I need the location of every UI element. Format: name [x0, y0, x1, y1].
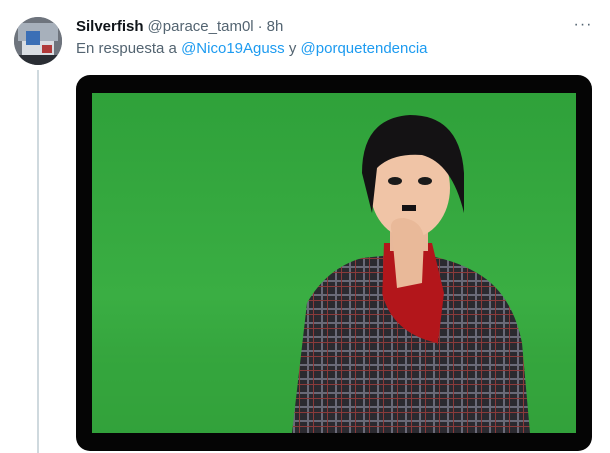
separator-dot: ·: [257, 17, 263, 35]
avatar[interactable]: [14, 17, 62, 65]
reply-prefix: En respuesta a: [76, 40, 182, 57]
reply-context: En respuesta a @Nico19Aguss y @porqueten…: [76, 40, 428, 60]
mention-link-nico[interactable]: @Nico19Aguss: [181, 40, 285, 57]
more-options-icon[interactable]: ···: [572, 14, 594, 36]
mention-link-porquetendencia[interactable]: @porquetendencia: [301, 40, 428, 57]
more-options-glyph: ···: [573, 16, 593, 33]
tweet-header: Silverfish @parace_tam0l · 8h: [76, 16, 283, 36]
author-name[interactable]: Silverfish: [76, 18, 144, 35]
author-handle[interactable]: @parace_tam0l: [148, 18, 254, 35]
tweet-photo[interactable]: [92, 93, 576, 433]
reply-conjunction: y: [284, 40, 301, 57]
photo-illustration: [92, 93, 576, 433]
tweet-timestamp[interactable]: 8h: [267, 18, 284, 35]
thread-connector-line: [37, 70, 39, 453]
tweet-media[interactable]: [76, 75, 592, 451]
avatar-image: [14, 17, 62, 65]
